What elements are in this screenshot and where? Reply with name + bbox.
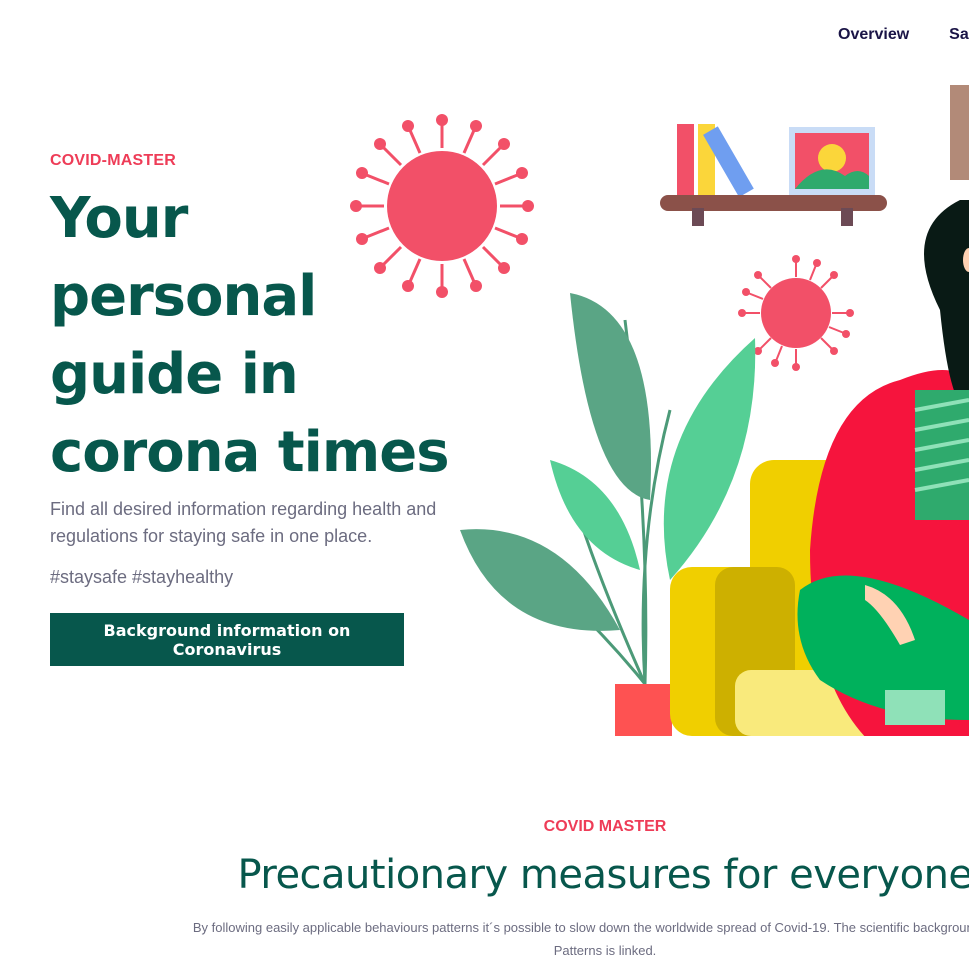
virus-large-icon	[350, 114, 534, 298]
top-nav: Overview Sa	[838, 26, 969, 44]
hero-eyebrow: COVID-MASTER	[50, 152, 176, 169]
nav-item-2[interactable]: Sa	[949, 26, 969, 44]
hero-illustration	[350, 85, 969, 736]
hero-hashtags: #staysafe #stayhealthy	[50, 567, 234, 587]
section-body-line: By following easily applicable behaviour…	[192, 920, 969, 935]
section-eyebrow: COVID MASTER	[543, 818, 667, 835]
virus-small-icon	[738, 255, 854, 371]
section-body-line: Patterns is linked.	[553, 943, 657, 958]
section-title: Precautionary measures for everyone	[237, 852, 969, 898]
shelf-icon	[660, 85, 969, 226]
nav-overview[interactable]: Overview	[838, 26, 909, 44]
section-body: By following easily applicable behaviour…	[0, 916, 969, 962]
